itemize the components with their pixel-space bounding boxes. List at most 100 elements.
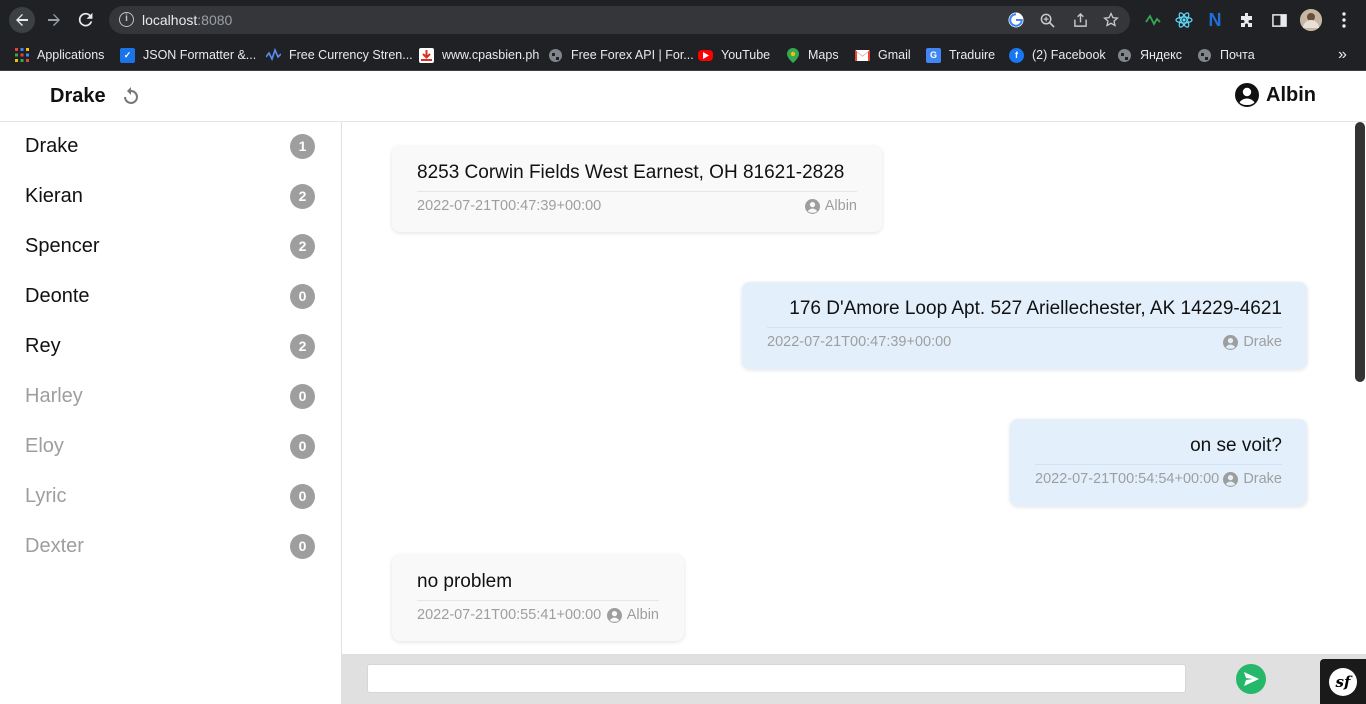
message-bubble: 176 D'Amore Loop Apt. 527 Ariellechester…: [742, 282, 1307, 369]
contact-harley[interactable]: Harley 0: [25, 381, 315, 411]
unread-count-badge: 0: [290, 283, 315, 309]
arrow-right-icon: [48, 14, 60, 26]
more-bookmarks-button[interactable]: »: [1338, 44, 1347, 66]
bookmark-free-forex-api[interactable]: Free Forex API | For...: [548, 44, 694, 66]
contacts-sidebar: Drake 1 Kieran 2 Spencer 2 Deonte 0 Rey …: [0, 122, 342, 704]
bookmark-cpasbien[interactable]: www.cpasbien.ph: [419, 44, 539, 66]
youtube-icon: [698, 49, 713, 61]
google-icon[interactable]: [1007, 11, 1025, 29]
app-header: Drake Albin: [0, 71, 1366, 122]
globe-icon: [1117, 48, 1132, 63]
message-author-name: Drake: [1243, 471, 1282, 487]
message-input[interactable]: [367, 664, 1186, 693]
bookmark-facebook[interactable]: f (2) Facebook: [1009, 44, 1106, 66]
send-button[interactable]: [1236, 664, 1266, 694]
message-text: no problem: [417, 571, 659, 601]
browser-toolbar: i localhost:8080 N: [0, 0, 1366, 40]
symfony-logo-icon: sf: [1329, 667, 1357, 696]
message-timestamp: 2022-07-21T00:55:41+00:00: [417, 607, 602, 623]
message-composer: [342, 654, 1366, 704]
message-bubble: no problem 2022-07-21T00:55:41+00:00 Alb…: [392, 555, 684, 641]
bookmark-label: Почта: [1220, 48, 1255, 62]
bookmark-currency-strength[interactable]: Free Currency Stren...: [266, 44, 413, 66]
side-panel-icon[interactable]: [1270, 11, 1288, 29]
bookmark-json-formatter[interactable]: ✓ JSON Formatter &...: [120, 44, 256, 66]
message-author: Drake: [1223, 471, 1282, 487]
contact-name: Eloy: [25, 434, 64, 457]
unread-count-badge: 2: [290, 183, 315, 209]
send-icon: [1244, 672, 1259, 686]
reload-button[interactable]: [73, 7, 99, 33]
extensions-puzzle-icon[interactable]: [1238, 11, 1256, 29]
user-circle-icon: [1223, 471, 1239, 487]
unread-count-badge: 0: [290, 533, 315, 559]
zoom-icon[interactable]: [1038, 11, 1056, 29]
maps-pin-icon: [785, 47, 800, 63]
contact-eloy[interactable]: Eloy 0: [25, 431, 315, 461]
message-author-name: Albin: [626, 607, 659, 623]
apps-grid-icon: [14, 48, 29, 63]
scrollbar-thumb[interactable]: [1355, 122, 1365, 382]
forward-button[interactable]: [41, 7, 67, 33]
address-bar[interactable]: i localhost:8080: [109, 6, 1130, 34]
contact-name: Deonte: [25, 284, 90, 307]
back-button[interactable]: [9, 7, 35, 33]
bookmark-label: Maps: [808, 48, 839, 62]
bookmark-traduire[interactable]: G Traduire: [926, 44, 995, 66]
unread-count-badge: 2: [290, 333, 315, 359]
contact-deonte[interactable]: Deonte 0: [25, 281, 315, 311]
bookmark-applications[interactable]: Applications: [14, 44, 104, 66]
contact-kieran[interactable]: Kieran 2: [25, 181, 315, 211]
contact-spencer[interactable]: Spencer 2: [25, 231, 315, 261]
message-timestamp: 2022-07-21T00:47:39+00:00: [767, 334, 952, 350]
contact-name: Spencer: [25, 234, 100, 257]
message-text: 8253 Corwin Fields West Earnest, OH 8162…: [417, 162, 857, 192]
unread-count-badge: 0: [290, 483, 315, 509]
browser-menu-icon[interactable]: [1335, 11, 1353, 29]
bookmark-label: Traduire: [949, 48, 996, 62]
message-scrollbar[interactable]: [1354, 122, 1366, 654]
contact-name: Rey: [25, 334, 61, 357]
bookmark-label: Яндекс: [1140, 48, 1183, 62]
message-author-name: Albin: [824, 198, 857, 214]
bookmark-label: (2) Facebook: [1032, 48, 1106, 62]
bookmark-label: Free Forex API | For...: [571, 48, 694, 62]
download-icon: [419, 47, 434, 63]
message-author: Drake: [1223, 334, 1282, 350]
share-icon[interactable]: [1071, 11, 1089, 29]
bookmark-youtube[interactable]: YouTube: [698, 44, 770, 66]
contact-dexter[interactable]: Dexter 0: [25, 531, 315, 561]
bookmark-maps[interactable]: Maps: [785, 44, 839, 66]
site-info-icon[interactable]: i: [119, 12, 134, 27]
unread-count-badge: 2: [290, 233, 315, 259]
globe-icon: [1197, 48, 1212, 63]
message-list[interactable]: 8253 Corwin Fields West Earnest, OH 8162…: [342, 122, 1366, 654]
contact-rey[interactable]: Rey 2: [25, 331, 315, 361]
message-text: 176 D'Amore Loop Apt. 527 Ariellechester…: [767, 298, 1282, 328]
extension-wave-icon[interactable]: [1144, 11, 1162, 29]
react-devtools-icon[interactable]: [1175, 11, 1193, 29]
user-circle-icon: [1235, 83, 1259, 107]
refresh-button[interactable]: [121, 86, 143, 108]
translate-icon: G: [926, 47, 941, 63]
contact-name: Lyric: [25, 484, 67, 507]
profile-avatar[interactable]: [1300, 9, 1322, 31]
contact-lyric[interactable]: Lyric 0: [25, 481, 315, 511]
url-text: localhost:8080: [142, 12, 233, 28]
message-meta: 2022-07-21T00:55:41+00:00 Albin: [417, 601, 659, 623]
symfony-toolbar-toggle[interactable]: sf: [1320, 659, 1366, 704]
contact-name: Dexter: [25, 534, 84, 557]
message-author: Albin: [804, 198, 857, 214]
bookmark-pochta[interactable]: Почта: [1197, 44, 1255, 66]
message-author-name: Drake: [1243, 334, 1282, 350]
bookmark-yandex[interactable]: Яндекс: [1117, 44, 1182, 66]
extension-n-icon[interactable]: N: [1206, 10, 1224, 30]
bookmark-gmail[interactable]: Gmail: [855, 44, 911, 66]
unread-count-badge: 0: [290, 433, 315, 459]
message-timestamp: 2022-07-21T00:47:39+00:00: [417, 198, 602, 214]
conversation-title: Drake: [50, 85, 106, 107]
unread-count-badge: 1: [290, 133, 315, 159]
bookmark-star-icon[interactable]: [1102, 11, 1120, 29]
contact-drake[interactable]: Drake 1: [25, 131, 315, 161]
current-user[interactable]: Albin: [1235, 83, 1316, 107]
